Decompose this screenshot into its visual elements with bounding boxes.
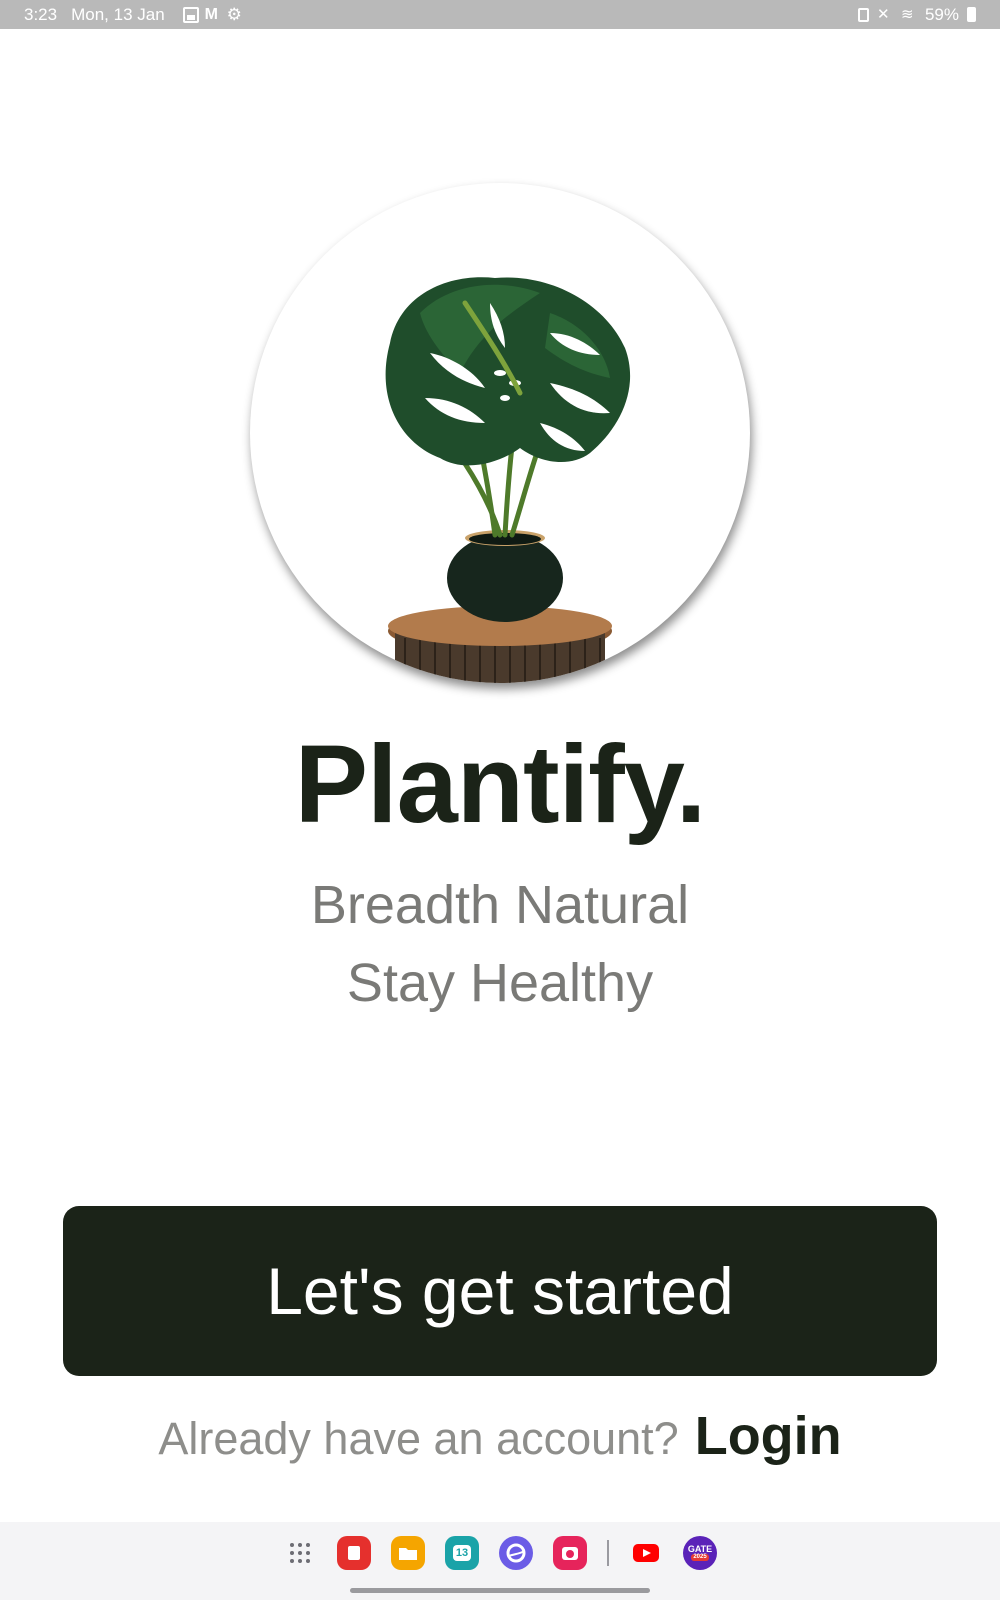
tagline-line-2: Stay Healthy xyxy=(346,953,654,1013)
battery-icon xyxy=(967,7,976,22)
app-title: Plantify. xyxy=(294,723,707,846)
status-time: 3:23 xyxy=(24,4,58,24)
mute-icon: ✕ xyxy=(876,5,890,23)
youtube-app-icon[interactable] xyxy=(629,1536,663,1570)
wifi-icon: ≋ xyxy=(900,5,914,23)
calendar-day: 13 xyxy=(452,1545,472,1561)
dock-separator xyxy=(607,1540,609,1566)
taskbar: 13 GATE 2025 xyxy=(0,1522,1000,1600)
get-started-button[interactable]: Let's get started xyxy=(63,1206,937,1376)
calendar-app-icon[interactable]: 13 xyxy=(445,1536,479,1570)
battery-percent: 59% xyxy=(924,4,959,24)
login-row: Already have an account? Login xyxy=(0,1405,1000,1467)
home-indicator[interactable] xyxy=(350,1588,650,1593)
files-app-icon[interactable] xyxy=(391,1536,425,1570)
camera-app-icon[interactable] xyxy=(553,1536,587,1570)
status-date: Mon, 13 Jan xyxy=(71,4,165,24)
lock-icon xyxy=(857,7,869,22)
gate-app-icon[interactable]: GATE 2025 xyxy=(683,1536,717,1570)
app-dock: 13 GATE 2025 xyxy=(0,1536,1000,1570)
internet-browser-icon[interactable] xyxy=(499,1536,533,1570)
gmail-notification-icon: M xyxy=(204,5,218,23)
plant-hero-image xyxy=(250,183,750,683)
notes-app-icon[interactable] xyxy=(337,1536,371,1570)
status-right: ✕ ≋ 59% xyxy=(857,4,976,25)
tagline-line-1: Breadth Natural xyxy=(310,875,690,935)
gallery-notification-icon xyxy=(182,6,199,23)
notification-icons: M ⚙ xyxy=(182,4,243,24)
monstera-plant-illustration xyxy=(385,277,631,683)
login-link[interactable]: Login xyxy=(695,1405,842,1467)
gate-app-label: GATE xyxy=(687,1544,713,1554)
status-bar: 3:23 Mon, 13 Jan M ⚙ ✕ ≋ 59% xyxy=(0,0,1000,29)
login-prompt-text: Already have an account? xyxy=(158,1413,679,1464)
app-drawer-icon[interactable] xyxy=(283,1536,317,1570)
gate-app-year: 2025 xyxy=(691,1554,709,1561)
status-left: 3:23 Mon, 13 Jan M ⚙ xyxy=(24,5,243,25)
settings-notification-icon: ⚙ xyxy=(226,4,242,24)
